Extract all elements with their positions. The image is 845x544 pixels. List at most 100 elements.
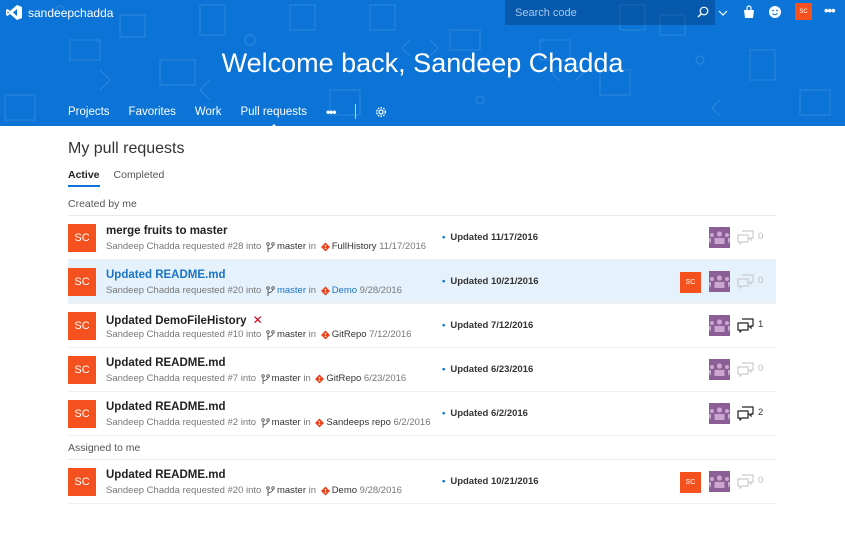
target-branch[interactable]: master [277,329,306,340]
pr-meta: Sandeep Chadda requested #2 into master … [106,417,430,428]
pr-updated-text: Updated 10/21/2016 [450,476,539,487]
pull-request-row[interactable]: SC Updated README.md Sandeep Chadda requ… [68,260,776,304]
user-avatar[interactable]: SC [795,3,812,20]
reviewer-avatar[interactable]: SC [680,272,701,293]
git-repo-icon [315,374,325,383]
marketplace-bag-icon[interactable] [742,5,756,19]
visual-studio-logo-icon[interactable] [6,5,22,20]
search-icon[interactable] [697,6,709,18]
pull-request-row[interactable]: SC merge fruits to master Sandeep Chadda… [68,216,776,260]
pr-updated: • Updated 6/2/2016 [442,408,528,419]
pr-updated: • Updated 6/23/2016 [442,364,533,375]
team-reviewer-icon[interactable] [709,271,730,292]
pr-meta: Sandeep Chadda requested #7 into master … [106,373,406,384]
comment-count: 0 [758,363,764,374]
pr-title-text[interactable]: Updated README.md [106,469,225,481]
more-options-button[interactable]: ••• [824,3,836,18]
reviewer-avatar[interactable]: SC [680,472,701,493]
target-branch[interactable]: master [277,485,306,496]
chevron-down-icon[interactable] [717,7,729,19]
comments-icon [737,274,754,289]
team-reviewer-icon[interactable] [709,403,730,424]
tab-active[interactable]: Active [68,169,100,187]
section-created-by-me: Created by me [68,198,137,210]
repository-name[interactable]: GitRepo [332,329,367,340]
repository-name[interactable]: Demo [332,485,357,496]
nav-favorites[interactable]: Favorites [129,106,176,118]
pr-title-text[interactable]: merge fruits to master [106,225,227,237]
pr-title-text[interactable]: Updated README.md [106,357,225,369]
pr-author: Sandeep Chadda [106,329,180,340]
git-repo-icon [320,286,330,295]
target-branch[interactable]: master [277,285,306,296]
pull-request-row[interactable]: SC Updated README.md Sandeep Chadda requ… [68,348,776,392]
pull-request-row[interactable]: SC Updated README.md Sandeep Chadda requ… [68,392,776,436]
pr-title[interactable]: Updated README.md [106,401,225,413]
pr-in-text: in [303,373,311,384]
branch-icon [266,241,275,252]
pr-title[interactable]: merge fruits to master [106,225,227,237]
search-input[interactable] [515,5,685,20]
status-dot-icon: • [442,476,446,487]
git-repo-icon [320,486,330,495]
pr-title[interactable]: Updated README.md [106,469,225,481]
pr-author: Sandeep Chadda [106,485,180,496]
repository-name[interactable]: GitRepo [326,373,361,384]
pr-meta: Sandeep Chadda requested #20 into master… [106,485,402,496]
search-box[interactable] [505,0,715,25]
pr-title[interactable]: Updated README.md [106,269,225,281]
repository-name[interactable]: Sandeeps repo [326,417,390,428]
team-reviewer-icon[interactable] [709,227,730,248]
pr-meta: Sandeep Chadda requested #10 into master… [106,329,411,340]
feedback-smiley-icon[interactable] [768,5,782,19]
hub-navigation: Projects Favorites Work Pull requests ••… [68,104,387,126]
nav-projects[interactable]: Projects [68,106,110,118]
branch-icon [266,329,275,340]
pull-request-row[interactable]: SC Updated README.md Sandeep Chadda requ… [68,460,776,504]
nav-work[interactable]: Work [195,106,222,118]
branch-icon [266,485,275,496]
nav-pull-requests[interactable]: Pull requests [240,106,307,126]
status-dot-icon: • [442,364,446,375]
target-branch[interactable]: master [277,241,306,252]
comments-icon [737,230,754,245]
branch-icon [260,373,270,384]
author-avatar: SC [68,400,96,428]
pr-title[interactable]: Updated README.md [106,357,225,369]
organization-name[interactable]: sandeepchadda [28,6,113,20]
nav-divider [354,104,356,119]
repository-name[interactable]: FullHistory [332,241,377,252]
pr-title-text[interactable]: Updated README.md [106,401,225,413]
pr-created-date: 7/12/2016 [369,329,412,340]
pull-request-row[interactable]: SC Updated DemoFileHistory ✕ Sandeep Chad… [68,304,776,348]
git-repo-icon [315,418,325,427]
author-avatar: SC [68,312,96,340]
welcome-heading: Welcome back, Sandeep Chadda [221,48,624,78]
author-avatar: SC [68,356,96,384]
target-branch[interactable]: master [272,373,301,384]
team-reviewer-icon[interactable] [709,471,730,492]
author-avatar: SC [68,224,96,252]
pr-updated: • Updated 10/21/2016 [442,276,539,287]
pr-request-text: requested #10 into [182,329,262,340]
team-reviewer-icon[interactable] [709,359,730,380]
pr-author: Sandeep Chadda [106,241,180,252]
nav-more-button[interactable]: ••• [326,105,337,119]
status-dot-icon: • [442,232,446,243]
pr-title-text[interactable]: Updated README.md [106,269,225,281]
target-branch[interactable]: master [272,417,301,428]
tab-completed[interactable]: Completed [114,169,165,187]
status-dot-icon: • [442,276,446,287]
comments-icon [737,318,754,333]
status-dot-icon: • [442,320,446,331]
pr-title-text[interactable]: Updated DemoFileHistory [106,315,247,327]
header-banner: sandeepchadda SC ••• Welcome back, Sande… [0,0,845,126]
repository-name[interactable]: Demo [332,285,357,296]
gear-icon[interactable] [375,106,387,118]
pr-created-date: 6/23/2016 [363,373,407,384]
pr-in-text: in [308,241,317,252]
pr-title[interactable]: Updated DemoFileHistory ✕ [106,313,263,327]
author-avatar: SC [68,468,96,496]
team-reviewer-icon[interactable] [709,315,730,336]
pr-created-date: 6/2/2016 [393,417,431,428]
